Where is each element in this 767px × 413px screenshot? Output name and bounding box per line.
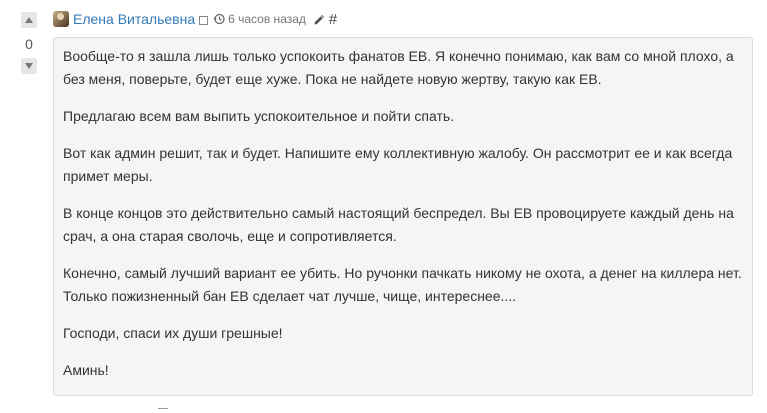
comment-header: Елена Витальевна 6 часов назад # (53, 8, 337, 30)
comment-paragraph: В конце концов это действительно самый н… (63, 205, 734, 244)
comment-body: Вообще-то я зашла лишь только успокоить … (53, 37, 753, 396)
comment-paragraph: Конечно, самый лучший вариант ее убить. … (63, 265, 742, 304)
vote-count: 0 (25, 36, 33, 52)
comment-paragraph: Вот как админ решит, так и будет. Напиши… (63, 145, 733, 184)
comment-paragraph: Аминь! (63, 362, 109, 378)
comment: 0 Елена Витальевна 6 часов назад # Вообщ… (0, 0, 767, 413)
downvote-button[interactable] (21, 58, 37, 74)
comment-paragraph: Господи, спаси их души грешные! (63, 325, 283, 341)
timestamp: 6 часов назад (228, 12, 306, 26)
edit-pencil-icon[interactable] (313, 13, 326, 26)
avatar[interactable] (53, 11, 69, 27)
history-icon (213, 13, 225, 25)
permalink-hash[interactable]: # (329, 11, 337, 28)
comment-paragraph: Вообще-то я зашла лишь только успокоить … (63, 48, 734, 87)
upvote-button[interactable] (21, 12, 37, 28)
status-checkbox-icon (199, 15, 209, 25)
arrow-up-icon (25, 17, 33, 23)
comment-paragraph: Предлагаю всем вам выпить успокоительное… (63, 108, 455, 124)
arrow-down-icon (25, 63, 33, 69)
divider (158, 408, 168, 413)
author-link[interactable]: Елена Витальевна (73, 11, 195, 27)
